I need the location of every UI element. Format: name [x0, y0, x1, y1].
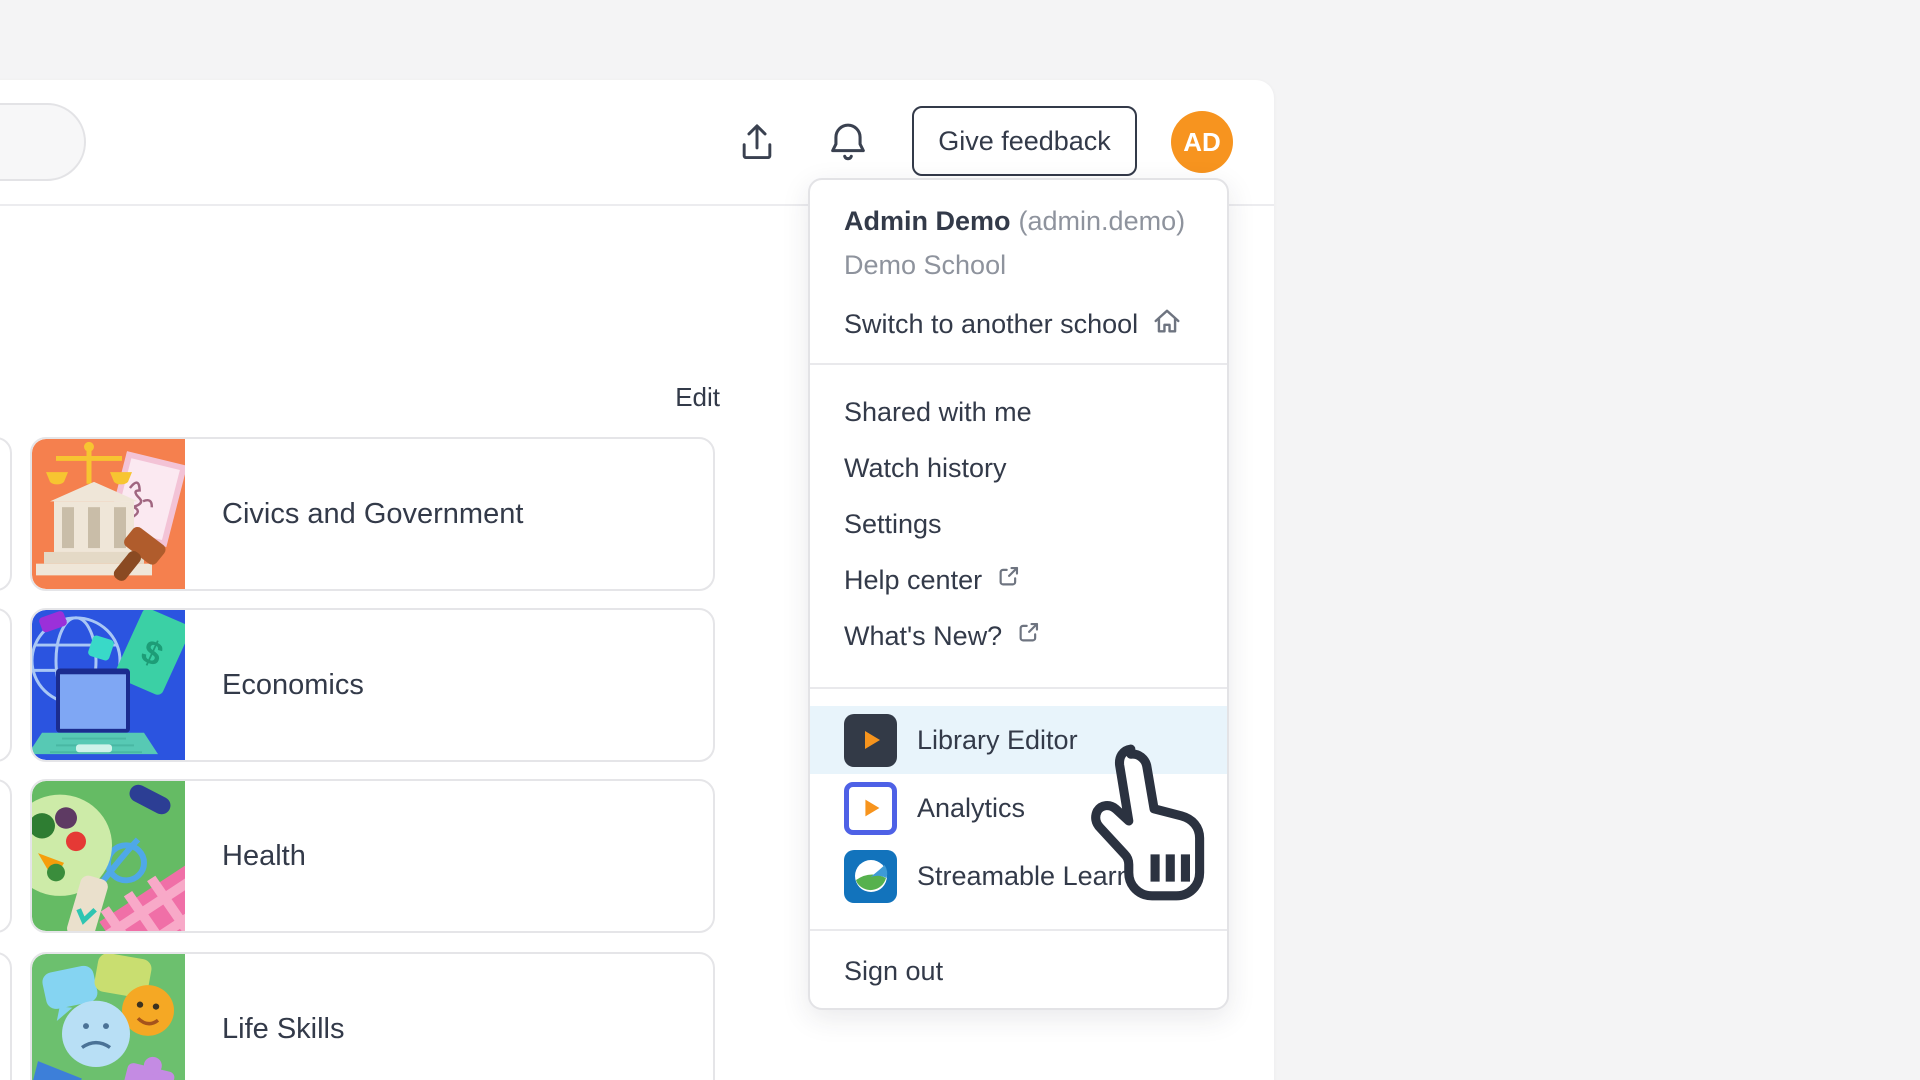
external-link-icon [1014, 618, 1043, 654]
life-skills-thumbnail [32, 954, 185, 1080]
edit-link[interactable]: Edit [640, 382, 720, 413]
user-identity: Admin Demo (admin.demo) [844, 206, 1227, 237]
course-card-life-skills[interactable]: Life Skills [30, 952, 715, 1080]
menu-item-streamable-learning[interactable]: Streamable Learning [810, 842, 1227, 910]
notifications-button[interactable] [822, 116, 874, 168]
external-link-icon [994, 562, 1023, 598]
notifications-bell-icon [825, 119, 871, 165]
course-card-economics[interactable]: $ Economics [30, 608, 715, 762]
app-label: Analytics [917, 793, 1025, 824]
card-sliver [0, 437, 12, 591]
menu-item-label: Shared with me [844, 397, 1032, 428]
app-label: Streamable Learning [917, 861, 1168, 892]
user-handle: (admin.demo) [1019, 206, 1186, 236]
health-thumbnail [32, 781, 185, 931]
menu-item-settings[interactable]: Settings [810, 496, 1227, 552]
course-card-civics[interactable]: Civics and Government [30, 437, 715, 591]
account-menu-links-section: Shared with me Watch history Settings He… [810, 363, 1227, 687]
card-sliver [0, 952, 12, 1080]
course-title: Economics [185, 669, 364, 702]
menu-item-label: Help center [844, 565, 982, 596]
account-menu-apps-section: Library Editor Analytics [810, 687, 1227, 929]
switch-school-item[interactable]: Switch to another school [844, 304, 1227, 345]
app-label: Library Editor [917, 725, 1078, 756]
menu-item-label: Settings [844, 509, 942, 540]
card-sliver [0, 779, 12, 933]
menu-item-help-center[interactable]: Help center [810, 552, 1227, 608]
menu-item-whats-new[interactable]: What's New? [810, 608, 1227, 664]
economics-thumbnail: $ [32, 610, 185, 760]
avatar[interactable]: AD [1171, 111, 1233, 173]
switch-school-label: Switch to another school [844, 309, 1138, 340]
library-editor-icon [844, 714, 897, 767]
course-title: Civics and Government [185, 498, 523, 531]
menu-item-label: Watch history [844, 453, 1007, 484]
streamable-learning-icon [844, 850, 897, 903]
course-title: Health [185, 840, 306, 873]
user-school: Demo School [844, 250, 1227, 281]
search-input[interactable] [0, 103, 86, 181]
account-menu: Admin Demo (admin.demo) Demo School Switc… [808, 178, 1229, 1010]
menu-item-label: What's New? [844, 621, 1002, 652]
sign-out-item[interactable]: Sign out [844, 956, 943, 987]
account-menu-signout-section: Sign out [810, 929, 1227, 1010]
user-name: Admin Demo [844, 206, 1011, 236]
course-title: Life Skills [185, 1013, 345, 1046]
menu-item-analytics[interactable]: Analytics [810, 774, 1227, 842]
share-upload-icon [735, 120, 779, 164]
card-sliver [0, 608, 12, 762]
course-card-health[interactable]: Health [30, 779, 715, 933]
menu-item-shared-with-me[interactable]: Shared with me [810, 384, 1227, 440]
share-button[interactable] [731, 116, 783, 168]
analytics-icon [844, 782, 897, 835]
civics-thumbnail [32, 439, 185, 589]
menu-item-watch-history[interactable]: Watch history [810, 440, 1227, 496]
screen: Give feedback AD Edit [0, 0, 1920, 1080]
menu-item-library-editor[interactable]: Library Editor [810, 706, 1227, 774]
give-feedback-button[interactable]: Give feedback [912, 106, 1137, 176]
home-icon [1150, 304, 1184, 345]
account-menu-user-section: Admin Demo (admin.demo) Demo School Switc… [810, 180, 1227, 363]
